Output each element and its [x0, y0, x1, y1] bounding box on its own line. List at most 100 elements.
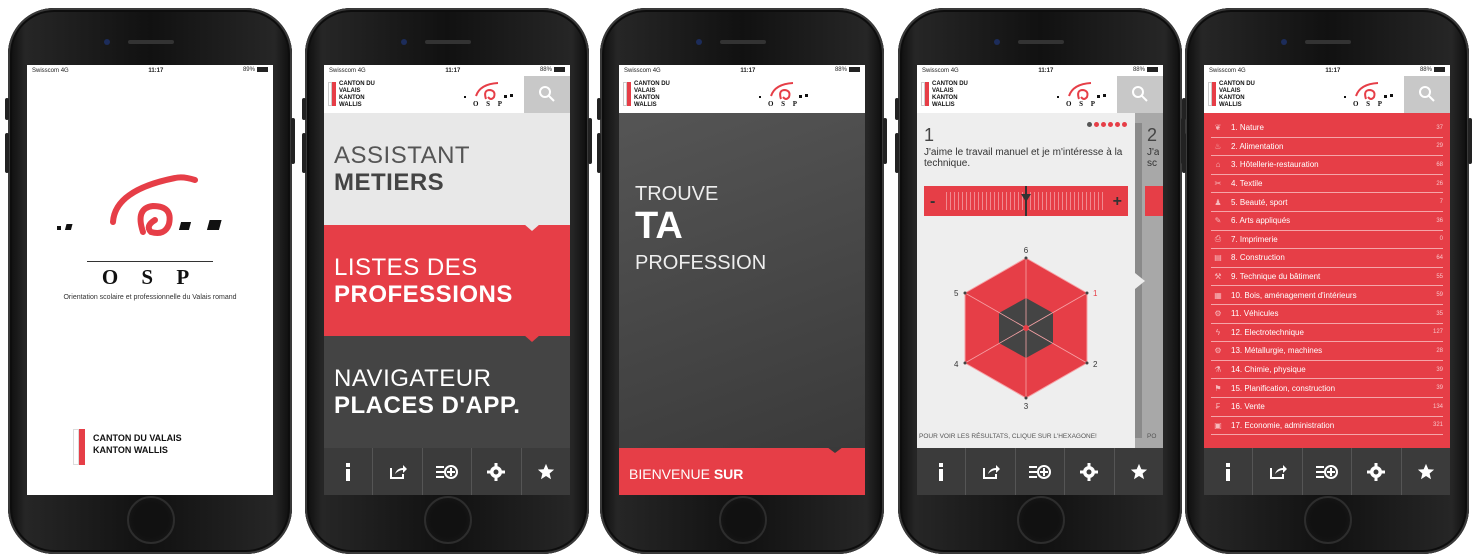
side-button — [5, 98, 9, 120]
side-button — [883, 118, 887, 164]
slider-minus-button[interactable]: - — [930, 193, 935, 211]
canton-flag-icon — [921, 82, 930, 106]
settings-button[interactable] — [1065, 448, 1115, 495]
canton-name-de: KANTON WALLIS — [1219, 95, 1245, 108]
info-button[interactable] — [917, 448, 967, 495]
carrier-label: Swisscom 4G — [329, 67, 366, 74]
axis-label: 3 — [1024, 402, 1029, 411]
search-button[interactable] — [524, 76, 570, 119]
category-row[interactable]: ⚒ 9. Technique du bâtiment 55 — [1211, 268, 1443, 287]
category-row[interactable]: ✂ 4. Textile 26 — [1211, 175, 1443, 194]
carrier-label: Swisscom 4G — [624, 67, 661, 74]
share-button[interactable] — [966, 448, 1016, 495]
favorites-button[interactable] — [1402, 448, 1450, 495]
favorites-button[interactable] — [1115, 448, 1163, 495]
category-row[interactable]: ⚑ 15. Planification, construction 39 — [1211, 379, 1443, 398]
category-row[interactable]: ❦ 1. Nature 37 — [1211, 119, 1443, 138]
category-count: 7 — [1439, 199, 1443, 206]
home-button[interactable] — [127, 496, 175, 544]
favorites-button[interactable] — [522, 448, 570, 495]
canton-flag-icon — [73, 429, 87, 465]
search-button[interactable] — [1404, 76, 1450, 113]
canton-name-de: KANTON WALLIS — [339, 95, 365, 108]
category-row[interactable]: ▤ 8. Construction 64 — [1211, 249, 1443, 268]
logo-divider — [87, 261, 213, 262]
category-row[interactable]: ϟ 12. Electrotechnique 127 — [1211, 324, 1443, 343]
category-row[interactable]: ⚙ 13. Métallurgie, machines 28 — [1211, 342, 1443, 361]
slider-plus-button[interactable]: + — [1113, 193, 1122, 211]
progress-dot — [1122, 122, 1127, 127]
list-add-button[interactable] — [1016, 448, 1066, 495]
category-label: 10. Bois, aménagement d'intérieurs — [1231, 290, 1357, 300]
canton-name-fr: CANTON DU VALAIS — [932, 81, 968, 94]
phone-categories: Swisscom 4G 11:17 88% CANTON DU VALAIS KA… — [1182, 8, 1472, 554]
home-button[interactable] — [1304, 496, 1352, 544]
answer-slider[interactable]: - + — [924, 186, 1128, 216]
category-label: 12. Electrotechnique — [1231, 327, 1304, 337]
category-row[interactable]: ⎙ 7. Imprimerie 0 — [1211, 231, 1443, 250]
menu-assistant-metiers[interactable]: ASSISTANT METIERS — [324, 113, 570, 225]
category-row[interactable]: ♟ 5. Beauté, sport 7 — [1211, 193, 1443, 212]
search-button[interactable] — [1117, 76, 1163, 119]
osp-title: O S P — [101, 265, 199, 289]
clock: 11:17 — [445, 67, 461, 74]
category-label: 6. Arts appliqués — [1231, 216, 1291, 226]
next-question-card[interactable]: 2 J'a sc PO — [1135, 113, 1163, 448]
settings-button[interactable] — [1352, 448, 1402, 495]
list-add-button[interactable] — [423, 448, 473, 495]
category-row[interactable]: ♨ 2. Alimentation 29 — [1211, 138, 1443, 157]
home-button[interactable] — [1017, 496, 1065, 544]
category-count: 68 — [1436, 161, 1443, 168]
osp-logo: O S P — [757, 80, 811, 110]
menu-line2: METIERS — [334, 169, 445, 196]
side-button — [588, 118, 592, 164]
side-button — [5, 133, 9, 173]
category-row[interactable]: ⌂ 3. Hôtellerie-restauration 68 — [1211, 156, 1443, 175]
category-label: 5. Beauté, sport — [1231, 197, 1288, 207]
category-label: 7. Imprimerie — [1231, 234, 1278, 244]
info-button[interactable] — [324, 448, 374, 495]
star-icon — [1130, 463, 1147, 479]
home-button[interactable] — [424, 496, 472, 544]
category-row[interactable]: ✎ 6. Arts appliqués 36 — [1211, 212, 1443, 231]
category-row[interactable]: ▣ 17. Economie, administration 321 — [1211, 417, 1443, 436]
speaker-grille — [128, 40, 174, 44]
settings-button[interactable] — [472, 448, 522, 495]
results-hexagon[interactable]: 6 1 2 3 4 5 — [926, 243, 1126, 423]
menu-listes-professions[interactable]: LISTES DES PROFESSIONS — [324, 224, 570, 336]
category-label: 17. Economie, administration — [1231, 420, 1335, 430]
home-button[interactable] — [719, 496, 767, 544]
osp-logo: O S P — [462, 80, 516, 110]
category-count: 59 — [1436, 292, 1443, 299]
category-count: 127 — [1432, 329, 1443, 336]
menu-navigateur-places[interactable]: NAVIGATEUR PLACES D'APP. — [324, 335, 570, 448]
app-header: CANTON DU VALAIS KANTON WALLIS O S P — [324, 76, 570, 119]
category-icon: ϟ — [1215, 327, 1221, 337]
canton-name-fr: CANTON DU VALAIS — [93, 433, 182, 443]
clock: 11:17 — [1325, 67, 1341, 74]
progress-dots — [1087, 122, 1127, 127]
category-row[interactable]: ⚗ 14. Chimie, physique 39 — [1211, 361, 1443, 380]
category-row[interactable]: ⚙ 11. Véhicules 35 — [1211, 305, 1443, 324]
list-add-button[interactable] — [1303, 448, 1353, 495]
share-button[interactable] — [373, 448, 423, 495]
progress-dot — [1101, 122, 1106, 127]
info-button[interactable] — [1204, 448, 1254, 495]
side-button — [302, 133, 306, 173]
screen: Swisscom 4G 11:17 88% CANTON DU VALAIS KA… — [619, 65, 865, 495]
side-button — [597, 133, 601, 173]
battery-indicator: 89% — [243, 67, 268, 74]
status-bar: Swisscom 4G 11:17 88% — [324, 65, 570, 76]
share-button[interactable] — [1253, 448, 1303, 495]
category-row[interactable]: ▦ 10. Bois, aménagement d'intérieurs 59 — [1211, 286, 1443, 305]
category-icon: ♨ — [1214, 141, 1222, 151]
app-header: CANTON DU VALAIS KANTON WALLIS O S P — [619, 76, 865, 113]
canton-logo: CANTON DU VALAIS KANTON WALLIS — [1208, 78, 1268, 108]
axis-label: 6 — [1024, 246, 1029, 255]
welcome-line2: TA — [635, 205, 683, 247]
welcome-banner[interactable]: BIENVENUE SUR — [619, 447, 865, 495]
slider-handle-icon[interactable] — [1021, 186, 1031, 216]
search-icon — [1419, 86, 1435, 102]
category-row[interactable]: ₣ 16. Vente 134 — [1211, 398, 1443, 417]
next-question-text: J'a sc — [1147, 147, 1159, 169]
